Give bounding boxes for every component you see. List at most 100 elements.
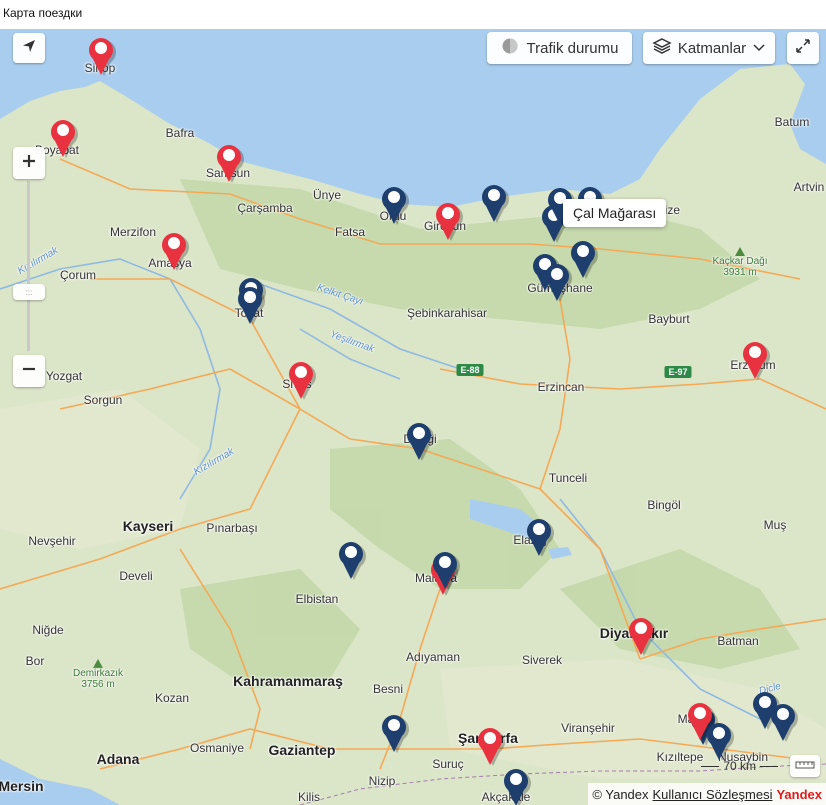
layers-button[interactable]: Katmanlar xyxy=(643,32,775,64)
map-pin-blue[interactable] xyxy=(501,764,531,805)
map-pin-blue[interactable] xyxy=(379,182,409,226)
city-label: Kızıltepe xyxy=(656,750,704,764)
city-label: Nevşehir xyxy=(28,534,76,548)
city-label: Siverek xyxy=(521,653,563,667)
city-label: Çorum xyxy=(59,268,97,282)
scale-label: 70 km xyxy=(723,759,756,773)
map-pin-red[interactable] xyxy=(286,357,316,401)
city-label: Kozan xyxy=(154,691,190,705)
mountain-icon xyxy=(735,247,745,256)
city-label: Ünye xyxy=(312,188,342,202)
road-badge: E-97 xyxy=(664,366,692,378)
map-pin-blue[interactable] xyxy=(336,537,366,581)
city-label: Merzifon xyxy=(109,225,157,239)
map-pin-blue[interactable] xyxy=(524,514,554,558)
navigate-arrow-icon xyxy=(21,38,37,59)
city-label: Bayburt xyxy=(648,312,690,326)
city-label: Erzincan xyxy=(537,380,585,394)
city-label: Yozgat xyxy=(45,369,83,383)
map-pin-red[interactable] xyxy=(475,723,505,767)
city-label: Kahramanmaraş xyxy=(233,673,343,689)
forest-areas xyxy=(180,179,800,689)
zoom-slider-handle[interactable]: ::: xyxy=(13,284,45,300)
terms-link[interactable]: Kullanıcı Sözleşmesi xyxy=(653,787,773,802)
map-pin-blue[interactable] xyxy=(404,418,434,462)
city-label: Gaziantep xyxy=(268,742,336,758)
map-base-layer xyxy=(0,29,826,805)
map-pin-blue[interactable] xyxy=(235,282,265,326)
city-label: Kilis xyxy=(297,790,321,804)
city-label: Niğde xyxy=(32,623,64,637)
copyright-prefix: © Yandex xyxy=(592,786,649,802)
ruler-icon xyxy=(795,757,815,775)
city-label: Batman xyxy=(717,634,759,648)
city-label: Adıyaman xyxy=(405,650,461,664)
city-label: Adana xyxy=(96,751,140,767)
map-pin-blue[interactable] xyxy=(379,710,409,754)
city-label: Mersin xyxy=(0,778,44,794)
traffic-button[interactable]: Trafik durumu xyxy=(487,32,632,64)
map-pin-blue[interactable] xyxy=(768,699,798,743)
city-label: Tunceli xyxy=(548,471,588,485)
zoom-slider-track[interactable] xyxy=(27,181,30,351)
city-label: Nizip xyxy=(368,774,396,788)
city-label: Sorgun xyxy=(83,393,123,407)
city-label: Çarşamba xyxy=(237,201,293,215)
city-label: Muş xyxy=(763,518,787,532)
chevron-down-icon xyxy=(752,40,766,57)
city-label: Şebinkarahisar xyxy=(406,306,488,320)
peak-elevation: 3756 m xyxy=(81,679,115,690)
traffic-icon xyxy=(501,37,519,59)
peak-elevation: 3931 m xyxy=(723,267,757,278)
map-pin-red[interactable] xyxy=(86,33,116,77)
city-label: Pınarbaşı xyxy=(206,521,258,535)
zoom-out-icon xyxy=(21,361,37,382)
scale-bar: 70 km xyxy=(701,759,778,773)
peak-name: Demirkazık xyxy=(72,668,124,679)
locate-button[interactable] xyxy=(13,33,45,63)
city-label: Suruç xyxy=(432,757,464,771)
map-pin-red[interactable] xyxy=(626,613,656,657)
zoom-in-icon xyxy=(21,153,37,174)
map-pin-blue[interactable] xyxy=(479,180,509,224)
map-pin-red[interactable] xyxy=(433,198,463,242)
zoom-in-button[interactable] xyxy=(13,147,45,179)
pin-tooltip: Çal Mağarası xyxy=(563,199,667,227)
map-pin-red[interactable] xyxy=(48,115,78,159)
city-label: Osmaniye xyxy=(189,741,245,755)
city-label: Bingöl xyxy=(647,498,681,512)
map-pin-blue[interactable] xyxy=(430,547,460,591)
road-badge: E-88 xyxy=(456,364,484,376)
peak-label: Demirkazık 3756 m xyxy=(73,668,123,690)
city-label: Fatsa xyxy=(334,225,366,239)
city-label: Batum xyxy=(774,115,810,129)
layers-label: Katmanlar xyxy=(677,39,747,57)
fullscreen-icon xyxy=(795,38,811,59)
page-title: Карта поездки xyxy=(3,6,83,20)
mountain-icon xyxy=(93,659,103,668)
traffic-label: Trafik durumu xyxy=(526,39,619,57)
map-pin-red[interactable] xyxy=(740,337,770,381)
map-pin-blue[interactable] xyxy=(704,718,734,762)
city-label: Viranşehir xyxy=(561,721,615,735)
map-pin-blue[interactable] xyxy=(568,236,598,280)
city-label: Bafra xyxy=(165,126,195,140)
map-pin-blue[interactable] xyxy=(542,259,572,303)
peak-label: Kaçkar Dağı 3931 m xyxy=(712,256,767,278)
city-label: Bor xyxy=(25,654,45,668)
map-pin-red[interactable] xyxy=(214,140,244,184)
city-label: Elbistan xyxy=(295,592,339,606)
yandex-brand: Yandex xyxy=(776,786,822,802)
ruler-button[interactable] xyxy=(790,755,820,777)
copyright-bar: © Yandex Kullanıcı Sözleşmesi Yandex xyxy=(588,783,826,805)
city-label: Develi xyxy=(119,569,153,583)
fullscreen-button[interactable] xyxy=(787,32,819,64)
peak-name: Kaçkar Dağı xyxy=(712,256,768,267)
city-label: Besni xyxy=(372,682,404,696)
city-label: Kayseri xyxy=(122,518,174,534)
map-pin-red[interactable] xyxy=(159,228,189,272)
map-view[interactable]: SinopBafraBoyabatSamsunÇarşambaÜnyeFatsa… xyxy=(0,29,826,805)
layers-icon xyxy=(652,37,672,59)
zoom-out-button[interactable] xyxy=(13,355,45,387)
city-label: Artvin xyxy=(793,180,825,194)
